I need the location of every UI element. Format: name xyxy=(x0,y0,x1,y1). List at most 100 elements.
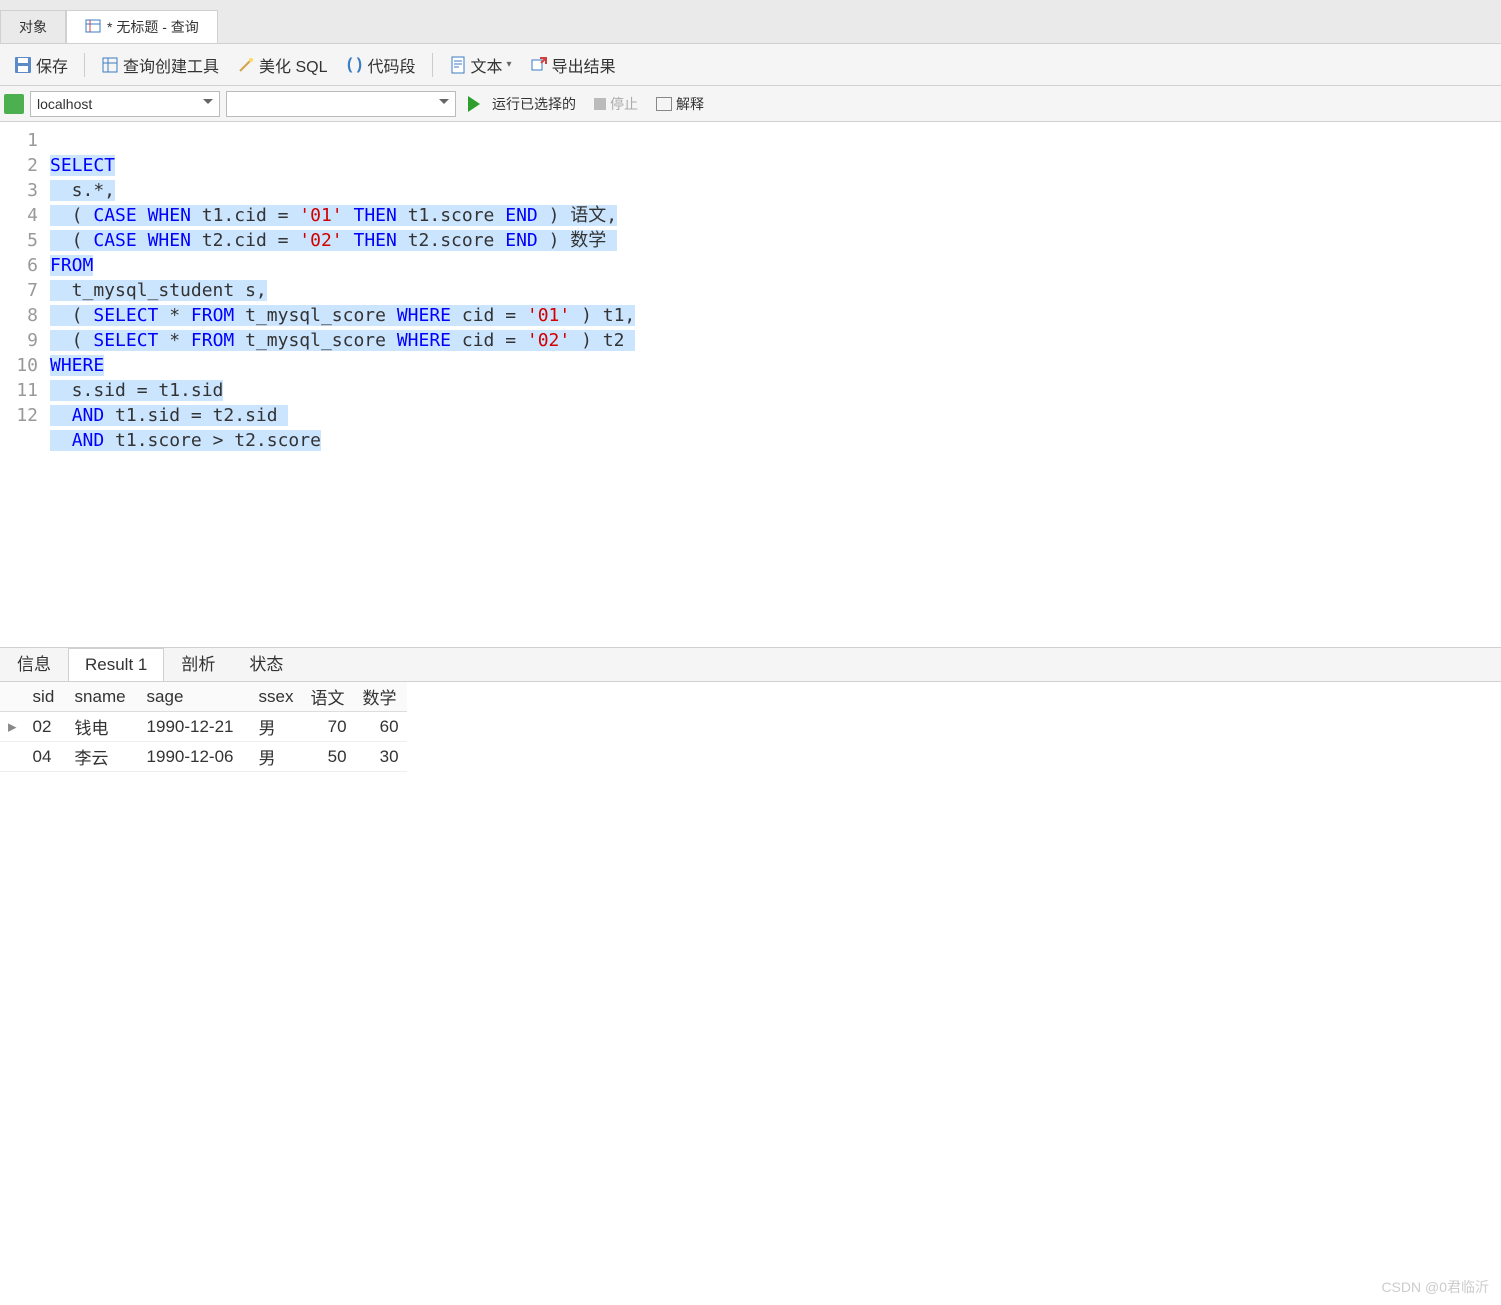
col-sage[interactable]: sage xyxy=(139,682,251,712)
kw-when: WHEN xyxy=(148,230,191,251)
toolbar: 保存 查询创建工具 美化 SQL ( ) 代码段 文本 ▾ 导出结果 xyxy=(0,44,1501,86)
str-lit: '02' xyxy=(299,230,342,251)
snippet-label: 代码段 xyxy=(368,53,416,77)
line-num: 3 xyxy=(0,178,38,203)
code-text: ) t1, xyxy=(570,305,635,326)
top-menu-strip xyxy=(0,0,1501,8)
kw-select: SELECT xyxy=(93,330,158,351)
save-button[interactable]: 保存 xyxy=(8,49,74,81)
explain-label: 解释 xyxy=(676,94,704,114)
explain-button[interactable]: 解释 xyxy=(650,94,710,114)
text-button[interactable]: 文本 ▾ xyxy=(443,49,518,81)
beautify-sql-button[interactable]: 美化 SQL xyxy=(231,49,333,81)
code-text: ) t2 xyxy=(570,330,635,351)
grid-header-row: sid sname sage ssex 语文 数学 xyxy=(0,682,407,712)
line-num: 8 xyxy=(0,303,38,328)
cell: 50 xyxy=(303,742,355,772)
code-text xyxy=(343,230,354,251)
cell: 李云 xyxy=(67,742,139,772)
col-yuwen[interactable]: 语文 xyxy=(303,682,355,712)
code-text: s.sid = t1.sid xyxy=(50,380,223,401)
tab-query[interactable]: * 无标题 - 查询 xyxy=(66,10,218,43)
cell: 1990-12-06 xyxy=(139,742,251,772)
line-num: 12 xyxy=(0,403,38,428)
tab-objects[interactable]: 对象 xyxy=(0,10,66,43)
query-icon xyxy=(85,18,101,37)
line-num: 11 xyxy=(0,378,38,403)
code-text: t_mysql_score xyxy=(234,305,397,326)
run-button[interactable]: 运行已选择的 xyxy=(462,94,582,114)
table-row[interactable]: ▸ 02 钱电 1990-12-21 男 70 60 xyxy=(0,712,407,742)
connection-dropdown[interactable]: localhost xyxy=(30,91,220,117)
code-area[interactable]: SELECT s.*, ( CASE WHEN t1.cid = '01' TH… xyxy=(46,122,1501,647)
cell: 60 xyxy=(355,712,407,742)
col-ssex[interactable]: ssex xyxy=(251,682,303,712)
code-text: t2.cid = xyxy=(191,230,299,251)
export-icon xyxy=(530,56,548,74)
code-text: * xyxy=(158,330,191,351)
watermark: CSDN @0君临沂 xyxy=(1381,1277,1489,1297)
kw-and: AND xyxy=(72,430,105,451)
database-dropdown[interactable] xyxy=(226,91,456,117)
row-marker-icon: ▸ xyxy=(0,712,25,742)
kw-when: WHEN xyxy=(148,205,191,226)
line-num: 10 xyxy=(0,353,38,378)
code-text xyxy=(343,205,354,226)
cell: 30 xyxy=(355,742,407,772)
document-tabs: 对象 * 无标题 - 查询 xyxy=(0,8,1501,44)
table-row[interactable]: 04 李云 1990-12-06 男 50 30 xyxy=(0,742,407,772)
col-sid[interactable]: sid xyxy=(25,682,67,712)
line-num: 4 xyxy=(0,203,38,228)
tab-status[interactable]: 状态 xyxy=(232,643,300,681)
code-text: t1.cid = xyxy=(191,205,299,226)
snippet-button[interactable]: ( ) 代码段 xyxy=(340,49,422,81)
cell: 男 xyxy=(251,742,303,772)
cell: 70 xyxy=(303,712,355,742)
tab-objects-label: 对象 xyxy=(19,17,47,37)
kw-where: WHERE xyxy=(50,355,104,376)
query-builder-icon xyxy=(101,56,119,74)
code-text xyxy=(137,230,148,251)
code-text: * xyxy=(158,305,191,326)
beautify-label: 美化 SQL xyxy=(259,53,327,77)
save-icon xyxy=(14,56,32,74)
kw-then: THEN xyxy=(354,230,397,251)
tab-info[interactable]: 信息 xyxy=(0,643,68,681)
code-text: ( xyxy=(50,305,93,326)
code-text: ) 语文, xyxy=(538,205,617,226)
tab-query-label: * 无标题 - 查询 xyxy=(107,17,199,37)
code-text: t_mysql_student s, xyxy=(50,280,267,301)
sql-editor[interactable]: 1 2 3 4 5 6 7 8 9 10 11 12 SELECT s.*, (… xyxy=(0,122,1501,647)
toolbar-separator xyxy=(84,53,85,77)
col-sname[interactable]: sname xyxy=(67,682,139,712)
toolbar-separator xyxy=(432,53,433,77)
kw-from: FROM xyxy=(50,255,93,276)
query-builder-button[interactable]: 查询创建工具 xyxy=(95,49,225,81)
kw-where: WHERE xyxy=(397,330,451,351)
code-text: t1.score xyxy=(397,205,505,226)
stop-button[interactable]: 停止 xyxy=(588,94,644,114)
kw-then: THEN xyxy=(354,205,397,226)
col-shuxue[interactable]: 数学 xyxy=(355,682,407,712)
stop-icon xyxy=(594,98,606,110)
kw-where: WHERE xyxy=(397,305,451,326)
dropdown-arrow-icon: ▾ xyxy=(507,59,512,70)
code-text: cid = xyxy=(451,305,527,326)
tab-result1[interactable]: Result 1 xyxy=(68,648,164,681)
code-text: cid = xyxy=(451,330,527,351)
result-grid[interactable]: sid sname sage ssex 语文 数学 ▸ 02 钱电 1990-1… xyxy=(0,682,1501,772)
kw-select: SELECT xyxy=(93,305,158,326)
cell: 04 xyxy=(25,742,67,772)
line-num: 6 xyxy=(0,253,38,278)
code-text xyxy=(137,205,148,226)
cell: 1990-12-21 xyxy=(139,712,251,742)
line-num: 7 xyxy=(0,278,38,303)
kw-end: END xyxy=(505,205,538,226)
str-lit: '01' xyxy=(527,305,570,326)
code-text: t2.score xyxy=(397,230,505,251)
line-num: 5 xyxy=(0,228,38,253)
tab-profile[interactable]: 剖析 xyxy=(164,643,232,681)
export-button[interactable]: 导出结果 xyxy=(524,49,622,81)
query-builder-label: 查询创建工具 xyxy=(123,53,219,77)
kw-and: AND xyxy=(72,405,105,426)
